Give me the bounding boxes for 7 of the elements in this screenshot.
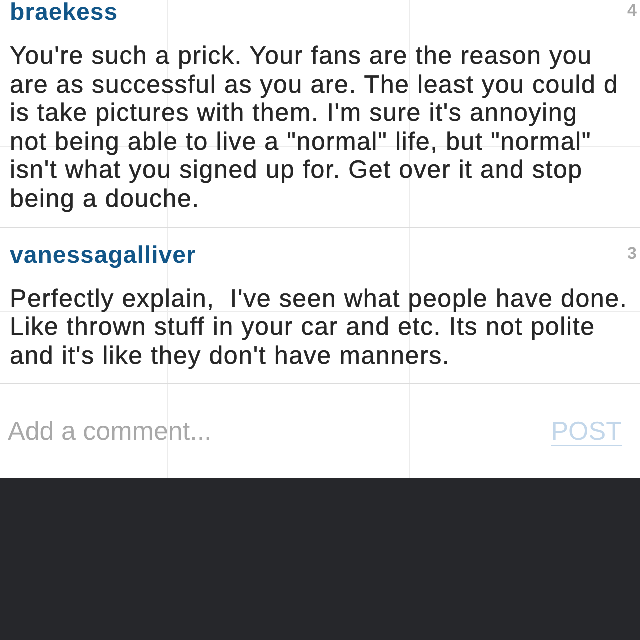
username[interactable]: vanessagalliver xyxy=(10,242,196,269)
username[interactable]: braekess xyxy=(10,0,118,26)
comment-text: Perfectly explain, I've seen what people have done. Like thrown stuff in your car and etc. Its not polite and it's like they don't have manners. xyxy=(10,284,628,370)
timestamp: 3 xyxy=(628,244,638,264)
comment-input[interactable]: Add a comment... xyxy=(0,414,552,448)
timestamp: 4 xyxy=(628,1,638,21)
comment-text: You're such a prick. Your fans are the reason you are as successful as you are. The least you could d is take pictures with them. I'm sure it's annoying not being able to live a "normal" life, but "normal" isn't what you signed up for. Get over it and stop being a douche. xyxy=(10,42,619,214)
